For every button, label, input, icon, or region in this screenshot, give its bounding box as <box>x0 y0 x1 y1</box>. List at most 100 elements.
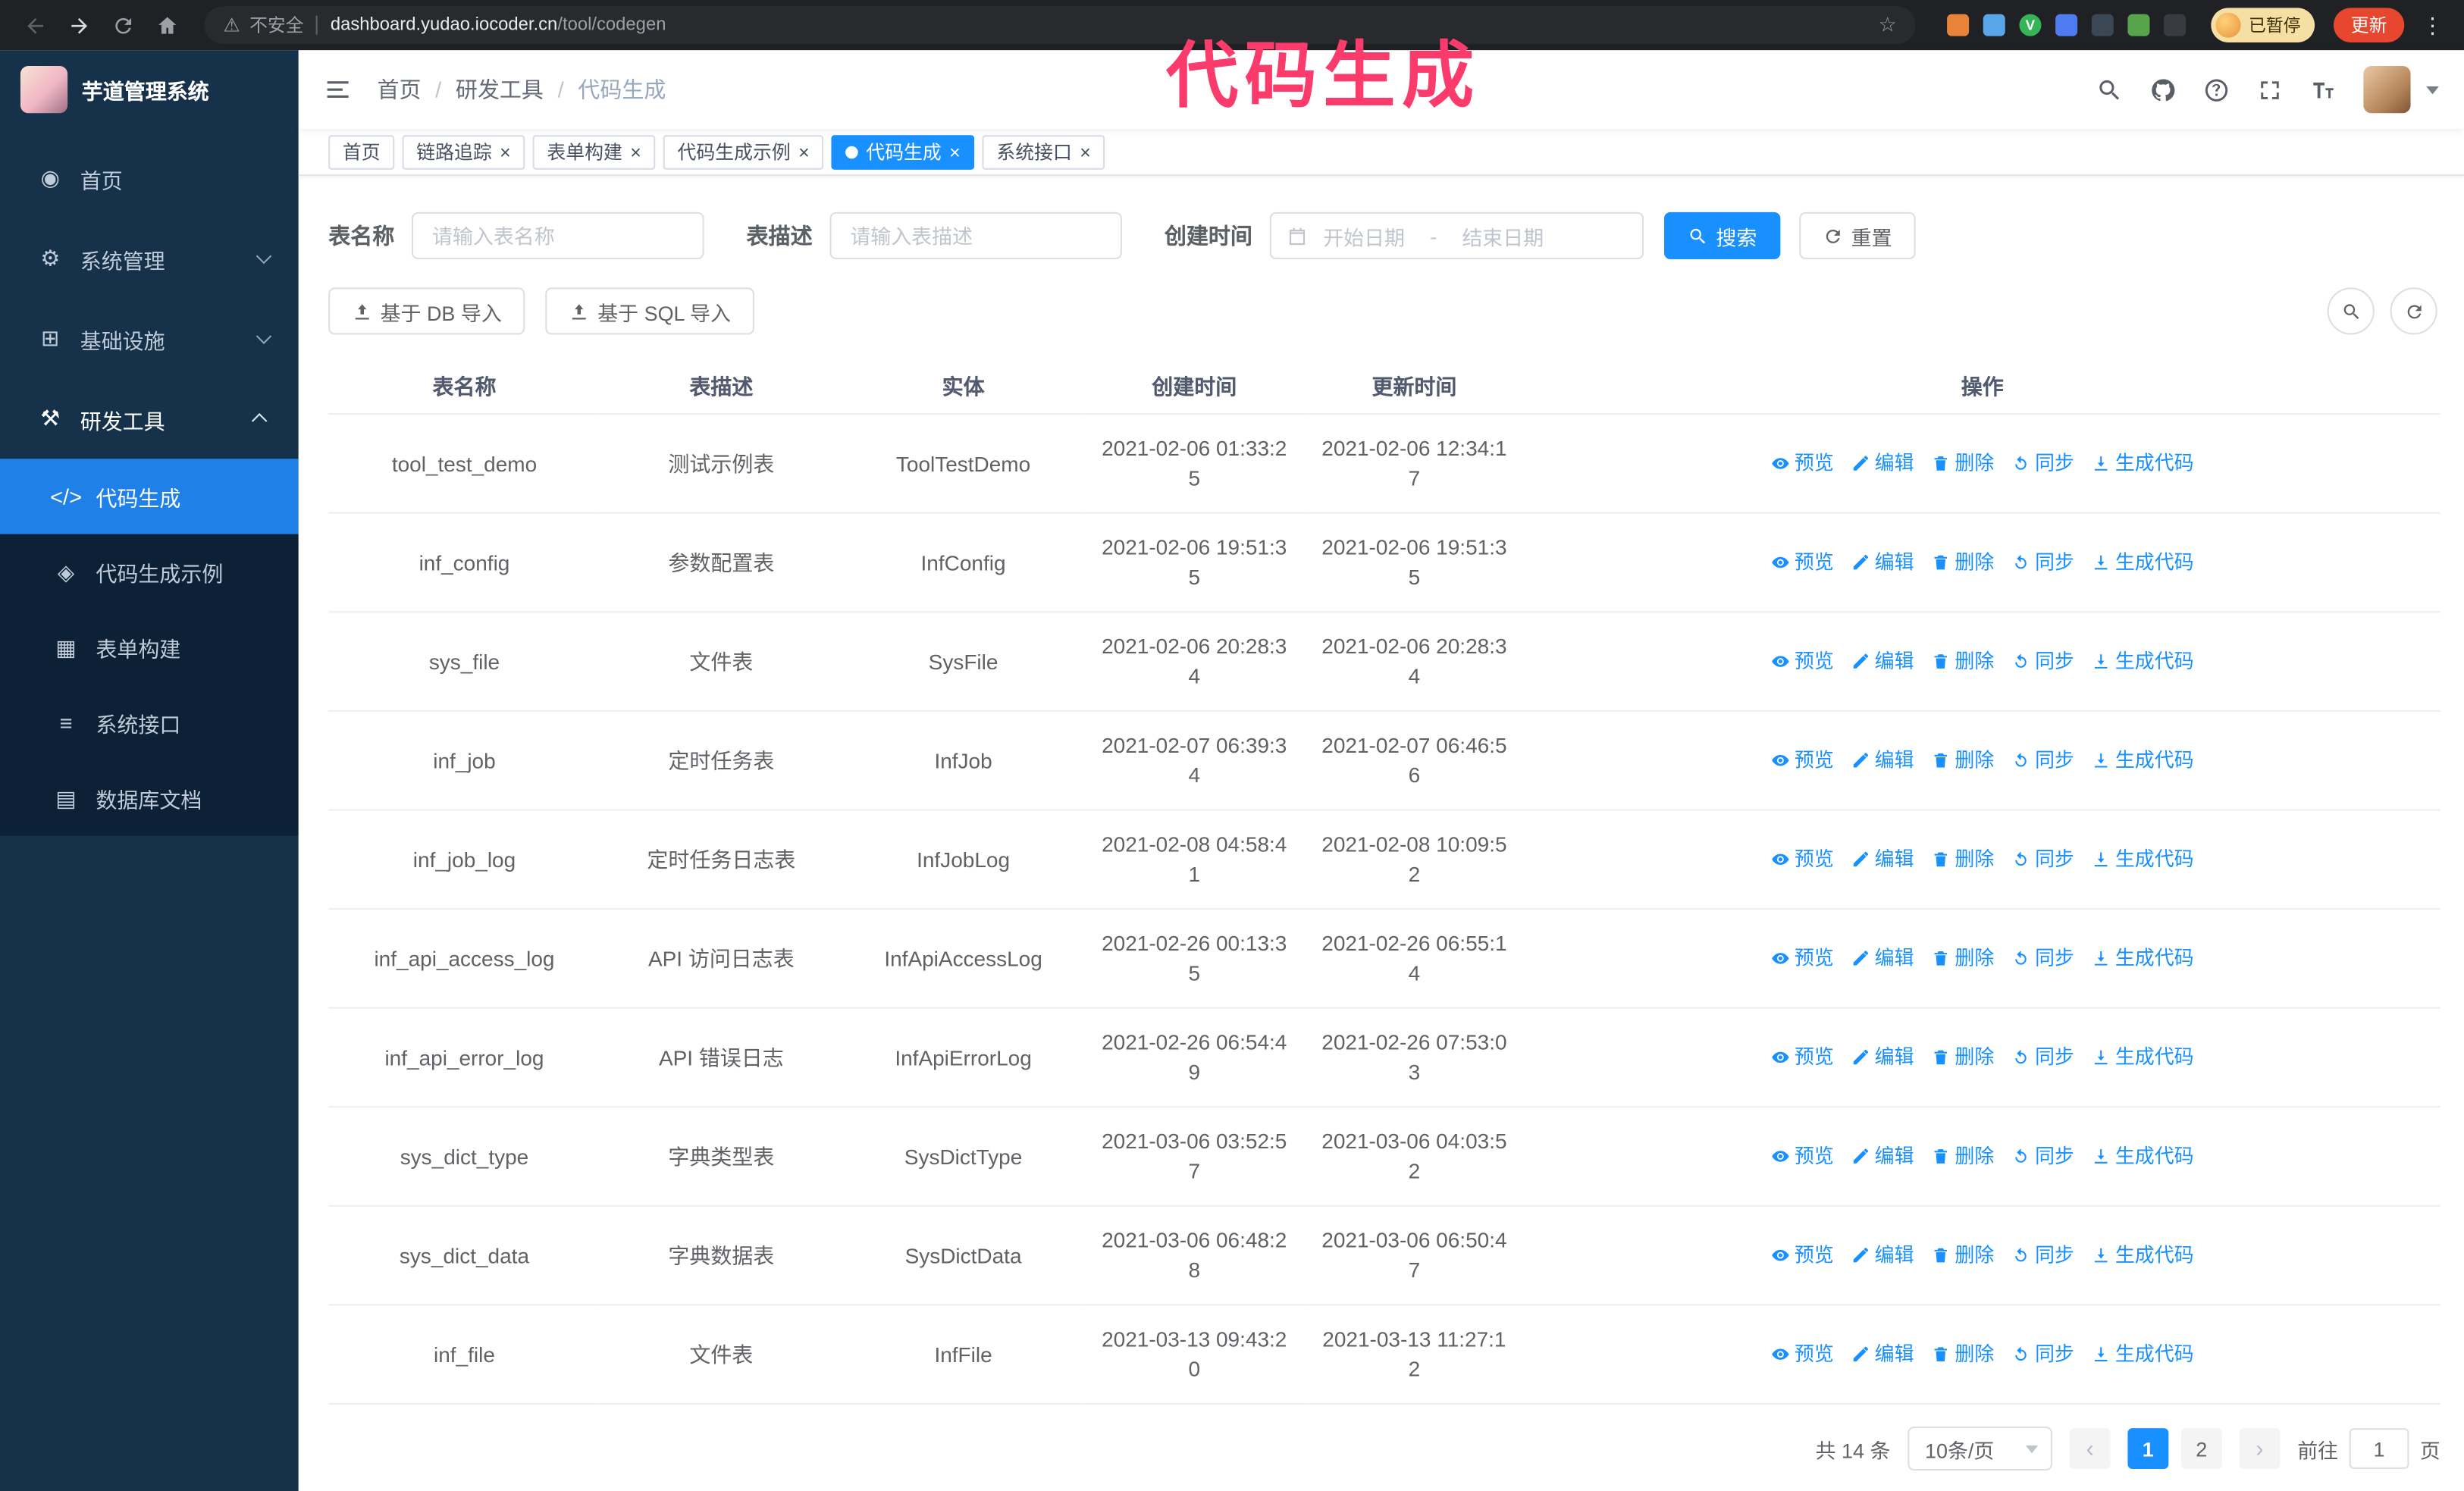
forward-icon[interactable] <box>60 6 98 44</box>
generate-code-link[interactable]: 生成代码 <box>2092 547 2194 577</box>
preview-link[interactable]: 预览 <box>1771 1042 1834 1072</box>
edit-link[interactable]: 编辑 <box>1851 844 1914 874</box>
close-icon[interactable]: × <box>949 143 961 161</box>
home-icon[interactable] <box>148 6 186 44</box>
edit-link[interactable]: 编辑 <box>1851 449 1914 478</box>
delete-link[interactable]: 删除 <box>1931 944 1994 973</box>
generate-code-link[interactable]: 生成代码 <box>2092 1339 2194 1369</box>
edit-link[interactable]: 编辑 <box>1851 1240 1914 1270</box>
extension-icon[interactable] <box>2091 14 2114 36</box>
sync-link[interactable]: 同步 <box>2011 844 2074 874</box>
sidebar-item[interactable]: </> 代码生成 <box>0 459 299 534</box>
tags-view-item[interactable]: 系统接口 × <box>982 134 1105 169</box>
user-avatar[interactable] <box>2363 66 2411 114</box>
sidebar-item[interactable]: ⊞ 基础设施 <box>0 299 299 379</box>
delete-link[interactable]: 删除 <box>1931 1042 1994 1072</box>
sidebar-item[interactable]: ▦ 表单构建 <box>0 609 299 685</box>
preview-link[interactable]: 预览 <box>1771 1240 1834 1270</box>
goto-page-input[interactable] <box>2349 1428 2409 1469</box>
delete-link[interactable]: 删除 <box>1931 1339 1994 1369</box>
preview-link[interactable]: 预览 <box>1771 547 1834 577</box>
delete-link[interactable]: 删除 <box>1931 1142 1994 1171</box>
preview-link[interactable]: 预览 <box>1771 647 1834 676</box>
github-icon[interactable] <box>2149 77 2176 103</box>
page-button[interactable]: 1 <box>2127 1428 2169 1469</box>
preview-link[interactable]: 预览 <box>1771 1142 1834 1171</box>
import-db-button[interactable]: 基于 DB 导入 <box>328 287 525 335</box>
back-icon[interactable] <box>16 6 54 44</box>
profile-chip[interactable]: 已暂停 <box>2211 8 2315 42</box>
close-icon[interactable]: × <box>630 143 641 161</box>
edit-link[interactable]: 编辑 <box>1851 1142 1914 1171</box>
chevron-down-icon[interactable] <box>2426 85 2439 94</box>
edit-link[interactable]: 编辑 <box>1851 547 1914 577</box>
sidebar-item[interactable]: ◉ 首页 <box>0 138 299 218</box>
generate-code-link[interactable]: 生成代码 <box>2092 1240 2194 1270</box>
delete-link[interactable]: 删除 <box>1931 449 1994 478</box>
tags-view-item[interactable]: 首页 <box>328 134 395 169</box>
page-button[interactable]: 2 <box>2180 1428 2222 1469</box>
refresh-table-button[interactable] <box>2390 287 2437 335</box>
sync-link[interactable]: 同步 <box>2011 944 2074 973</box>
table-name-input[interactable] <box>412 211 704 259</box>
tags-view-item[interactable]: 代码生成示例 × <box>663 134 824 169</box>
search-button[interactable]: 搜索 <box>1663 211 1781 259</box>
sync-link[interactable]: 同步 <box>2011 1042 2074 1072</box>
page-size-select[interactable]: 10条/页 <box>1908 1427 2052 1471</box>
tags-view-item[interactable]: 代码生成 × <box>831 134 975 169</box>
preview-link[interactable]: 预览 <box>1771 745 1834 775</box>
breadcrumb-item[interactable]: 研发工具 <box>456 74 544 105</box>
edit-link[interactable]: 编辑 <box>1851 647 1914 676</box>
font-size-icon[interactable] <box>2310 77 2337 103</box>
generate-code-link[interactable]: 生成代码 <box>2092 647 2194 676</box>
sync-link[interactable]: 同步 <box>2011 1339 2074 1369</box>
sync-link[interactable]: 同步 <box>2011 745 2074 775</box>
create-time-range-picker[interactable]: 开始日期 - 结束日期 <box>1269 211 1644 259</box>
preview-link[interactable]: 预览 <box>1771 944 1834 973</box>
extension-icon[interactable] <box>1947 14 1970 36</box>
tags-view-item[interactable]: 链路追踪 × <box>402 134 525 169</box>
sync-link[interactable]: 同步 <box>2011 547 2074 577</box>
sync-link[interactable]: 同步 <box>2011 1240 2074 1270</box>
hamburger-icon[interactable] <box>324 75 352 103</box>
delete-link[interactable]: 删除 <box>1931 745 1994 775</box>
edit-link[interactable]: 编辑 <box>1851 1042 1914 1072</box>
generate-code-link[interactable]: 生成代码 <box>2092 1142 2194 1171</box>
prev-page-button[interactable]: ‹ <box>2069 1428 2111 1469</box>
close-icon[interactable]: × <box>500 143 511 161</box>
next-page-button[interactable]: › <box>2239 1428 2281 1469</box>
extension-icon[interactable] <box>2164 14 2187 36</box>
delete-link[interactable]: 删除 <box>1931 844 1994 874</box>
close-icon[interactable]: × <box>1080 143 1091 161</box>
tags-view-item[interactable]: 表单构建 × <box>532 134 656 169</box>
delete-link[interactable]: 删除 <box>1931 647 1994 676</box>
sidebar-item[interactable]: ▤ 数据库文档 <box>0 760 299 836</box>
sidebar-item[interactable]: ⚙ 系统管理 <box>0 218 299 299</box>
table-desc-input[interactable] <box>829 211 1122 259</box>
close-icon[interactable]: × <box>798 143 810 161</box>
generate-code-link[interactable]: 生成代码 <box>2092 449 2194 478</box>
edit-link[interactable]: 编辑 <box>1851 944 1914 973</box>
extension-icon[interactable] <box>1983 14 2005 36</box>
bookmark-star-icon[interactable]: ☆ <box>1879 13 1897 38</box>
extension-icon[interactable] <box>2055 14 2078 36</box>
sync-link[interactable]: 同步 <box>2011 1142 2074 1171</box>
import-sql-button[interactable]: 基于 SQL 导入 <box>545 287 755 335</box>
preview-link[interactable]: 预览 <box>1771 449 1834 478</box>
edit-link[interactable]: 编辑 <box>1851 745 1914 775</box>
sidebar-item[interactable]: ⚒ 研发工具 <box>0 379 299 459</box>
sync-link[interactable]: 同步 <box>2011 647 2074 676</box>
preview-link[interactable]: 预览 <box>1771 844 1834 874</box>
extension-icon[interactable]: V <box>2019 14 2042 36</box>
help-icon[interactable] <box>2203 77 2230 103</box>
extension-icon[interactable] <box>2127 14 2150 36</box>
sync-link[interactable]: 同步 <box>2011 449 2074 478</box>
preview-link[interactable]: 预览 <box>1771 1339 1834 1369</box>
delete-link[interactable]: 删除 <box>1931 1240 1994 1270</box>
delete-link[interactable]: 删除 <box>1931 547 1994 577</box>
toggle-search-button[interactable] <box>2327 287 2375 335</box>
edit-link[interactable]: 编辑 <box>1851 1339 1914 1369</box>
sidebar-item[interactable]: ◈ 代码生成示例 <box>0 534 299 610</box>
reload-icon[interactable] <box>104 6 142 44</box>
breadcrumb-item[interactable]: 首页 <box>377 74 421 105</box>
